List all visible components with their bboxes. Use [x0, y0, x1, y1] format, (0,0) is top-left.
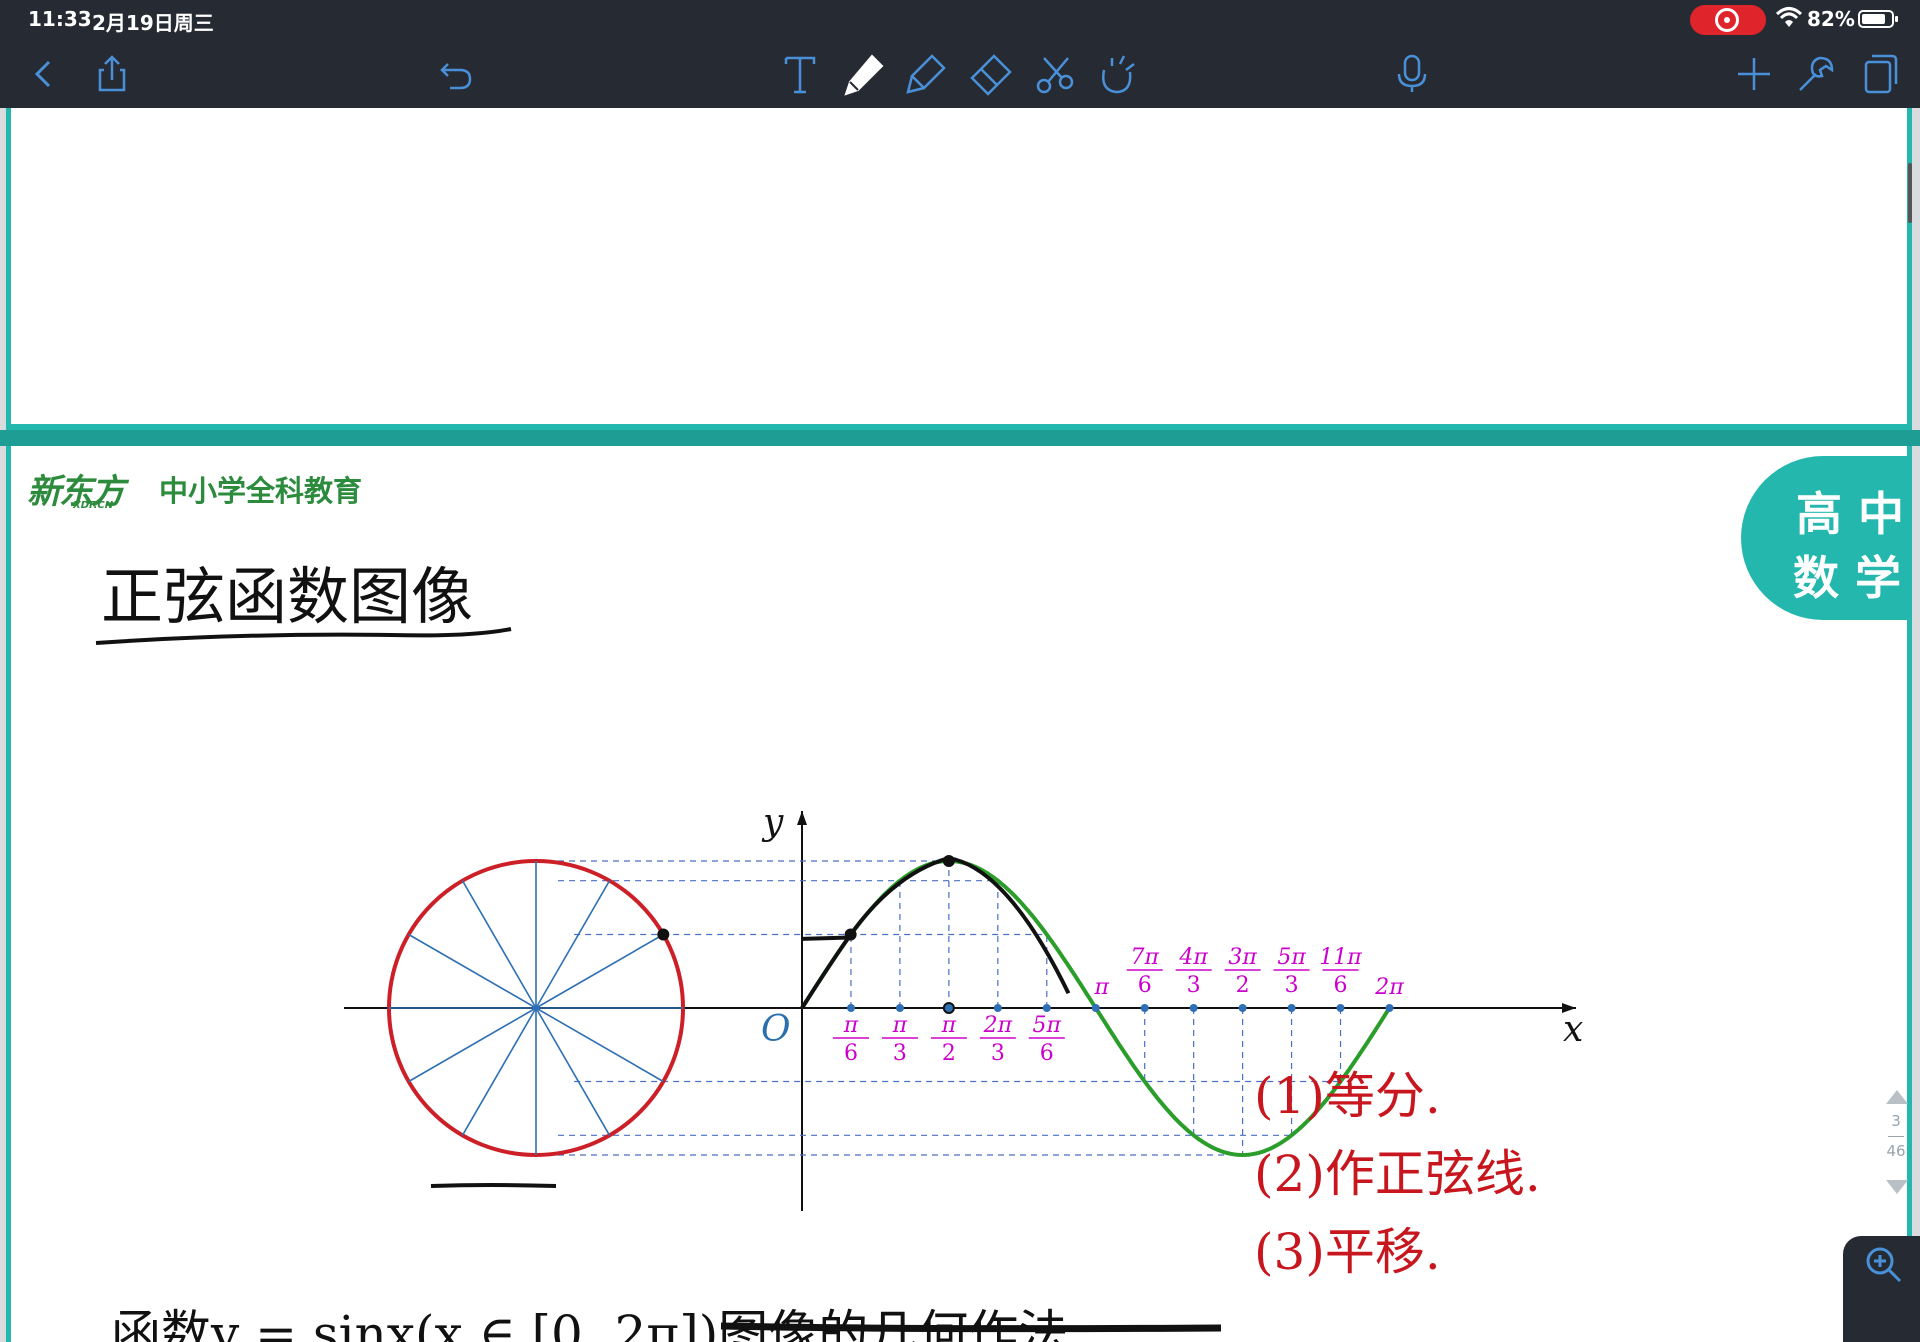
document-canvas[interactable]: 新东方 XDF.CN 中小学全科教育 高中 数学 正弦函数图像 xyOπ6π3π… [0, 108, 1920, 1342]
share-icon[interactable] [86, 48, 138, 100]
tick-dot [993, 1004, 1002, 1012]
circle-spoke [408, 933, 537, 1009]
tick-dot [1091, 1004, 1100, 1012]
circle-spoke [535, 1007, 664, 1083]
back-icon[interactable] [18, 48, 70, 100]
page-up-icon[interactable] [1886, 1090, 1908, 1104]
tick-label-denominator: 6 [1334, 973, 1348, 998]
circle-spoke [461, 880, 537, 1009]
tick-dot [1385, 1004, 1394, 1012]
tick-dot [1042, 1004, 1051, 1012]
screen-recording-indicator[interactable] [1690, 5, 1766, 35]
tick-label-numerator: π [892, 1013, 908, 1038]
add-icon[interactable] [1728, 48, 1780, 100]
tick-label-denominator: 6 [1138, 973, 1152, 998]
tick-label-denominator: 6 [1040, 1041, 1054, 1066]
zoom-button[interactable] [1843, 1236, 1920, 1342]
sine-graph: xyO π6π3π22π35π6π7π64π33π25π311π6 2π [344, 802, 1583, 1211]
undo-icon[interactable] [430, 48, 482, 100]
tick-label-denominator: 2 [942, 1041, 956, 1066]
y-axis-arrow [797, 811, 807, 825]
tick-label-numerator: 5π [1277, 945, 1306, 970]
tick-dot [1140, 1004, 1149, 1012]
tick-dot [1287, 1004, 1296, 1012]
step-note-3: (3)平移. [1254, 1223, 1441, 1281]
shapes-tool-icon[interactable] [1090, 48, 1142, 100]
tick-label: π [1094, 975, 1110, 1000]
tick-label-numerator: 11π [1319, 945, 1362, 970]
circle-spoke [461, 1007, 537, 1136]
eraser-tool-icon[interactable] [964, 48, 1016, 100]
wifi-icon [1775, 7, 1803, 27]
step-note-1: (1)等分. [1254, 1067, 1441, 1125]
tick-label-numerator: 3π [1228, 945, 1257, 970]
strikethrough-ink [720, 1322, 1222, 1333]
pen-tool-icon[interactable] [838, 48, 890, 100]
circle-spoke [408, 1007, 537, 1083]
tick-label-denominator: 6 [844, 1041, 858, 1066]
tick-label-numerator: 2π [983, 1013, 1013, 1038]
pages-icon[interactable] [1852, 48, 1904, 100]
page-current-number: 3 [1891, 1112, 1901, 1130]
tick-dot [944, 1004, 953, 1012]
ink-point [942, 855, 955, 867]
highlighter-tool-icon[interactable] [900, 48, 952, 100]
status-bar: 11:33 2月19日周三 82% [0, 0, 1920, 38]
microphone-icon[interactable] [1386, 48, 1438, 100]
page-separator [0, 430, 1920, 446]
tick-label-numerator: 7π [1130, 945, 1159, 970]
circle-spoke [535, 1007, 611, 1136]
tick-label-numerator: π [843, 1013, 859, 1038]
ink-dash [430, 1183, 557, 1188]
clock: 11:33 [28, 7, 92, 31]
tick-label-numerator: π [941, 1013, 957, 1038]
ink-point [844, 928, 857, 941]
tick-label-denominator: 3 [893, 1041, 907, 1066]
tick-label-denominator: 3 [1187, 973, 1201, 998]
tick-dot [1238, 1004, 1247, 1012]
circle-point [657, 928, 670, 941]
app-window: 11:33 2月19日周三 82% 新东方 XDF.CN 中小学全科教育 高中 … [0, 0, 1920, 1342]
tick-label-denominator: 3 [1285, 973, 1299, 998]
circle-spoke [535, 933, 664, 1009]
page-navigator[interactable]: 3 46 [1878, 1090, 1914, 1200]
wrench-icon[interactable] [1790, 48, 1842, 100]
page-total-number: 46 [1886, 1142, 1906, 1160]
tick-dot [1189, 1004, 1198, 1012]
page-down-icon[interactable] [1886, 1180, 1908, 1194]
tick-dot [846, 1004, 855, 1012]
zoom-icon [1866, 1247, 1902, 1283]
date: 2月19日周三 [92, 11, 214, 35]
tick-label: 2π [1374, 975, 1404, 1000]
tick-dot [895, 1004, 904, 1012]
text-tool-icon[interactable] [774, 48, 826, 100]
page-current[interactable]: 新东方 XDF.CN 中小学全科教育 高中 数学 正弦函数图像 xyOπ6π3π… [6, 446, 1912, 1342]
record-icon [1715, 8, 1739, 32]
tick-dot [1336, 1004, 1345, 1012]
lasso-tool-icon[interactable] [1028, 48, 1080, 100]
scroll-indicator[interactable] [1908, 163, 1912, 223]
toolbar [0, 38, 1920, 108]
step-note-2: (2)作正弦线. [1254, 1145, 1541, 1203]
tick-label-denominator: 2 [1236, 973, 1250, 998]
battery-percentage: 82% [1807, 7, 1855, 31]
tick-label-numerator: 5π [1033, 1013, 1062, 1038]
ink-stroke-sine-line [801, 935, 851, 941]
page-previous[interactable] [6, 108, 1912, 430]
battery-icon [1858, 10, 1898, 28]
tick-label-numerator: 4π [1178, 945, 1208, 970]
tick-label-denominator: 3 [991, 1041, 1005, 1066]
y-axis-label: y [761, 802, 784, 843]
x-axis-label: x [1563, 1009, 1583, 1050]
origin-label: O [761, 1009, 791, 1050]
circle-spoke [535, 880, 611, 1009]
